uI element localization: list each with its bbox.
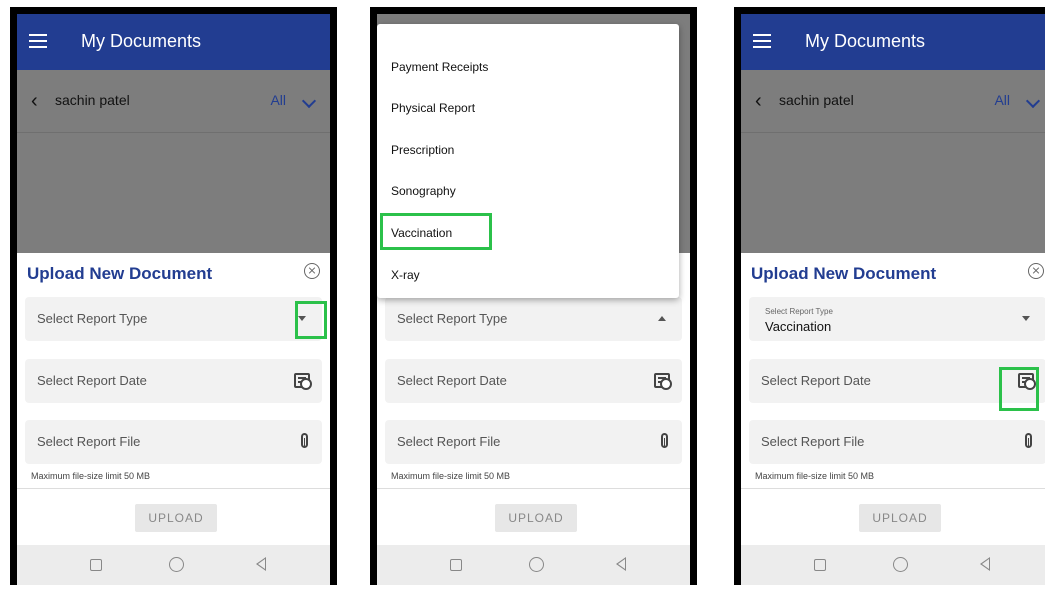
app-bar: My Documents	[17, 14, 330, 70]
dimmed-background: ‹ sachin patel All	[17, 70, 330, 253]
android-nav-bar	[741, 545, 1045, 585]
sheet-title: Upload New Document	[27, 264, 213, 283]
report-type-value: Vaccination	[765, 319, 832, 334]
user-filter-bar: ‹ sachin patel All	[741, 70, 1045, 133]
close-circle-icon[interactable]	[1028, 263, 1044, 279]
menu-item-sonography[interactable]: Sonography	[391, 184, 456, 198]
menu-item-x-ray[interactable]: X-ray	[391, 268, 420, 282]
phone-screen: My Documents ‹ sachin patel All Upload N…	[741, 14, 1045, 585]
phone-left: My Documents ‹ sachin patel All Upload N…	[10, 7, 337, 585]
menu-icon[interactable]	[753, 34, 771, 48]
report-type-placeholder: Select Report Type	[397, 311, 508, 326]
divider	[377, 488, 690, 489]
report-date-placeholder: Select Report Date	[761, 373, 871, 388]
report-type-placeholder: Select Report Type	[37, 311, 148, 326]
report-date-input[interactable]: Select Report Date	[25, 359, 322, 403]
dimmed-background: ‹ sachin patel All	[741, 70, 1045, 253]
paperclip-icon[interactable]	[661, 433, 668, 448]
android-nav-bar	[377, 545, 690, 585]
upload-sheet: Upload New Document Select Report Type V…	[741, 253, 1045, 545]
menu-item-payment-receipts[interactable]: Payment Receipts	[391, 60, 488, 74]
close-circle-icon[interactable]	[304, 263, 320, 279]
nav-back-icon[interactable]	[980, 557, 990, 571]
dropdown-arrow-icon[interactable]	[1022, 316, 1030, 321]
report-type-select[interactable]: Select Report Type Vaccination	[749, 297, 1045, 341]
phone-screen: My Documents ‹ sachin patel All Upload N…	[17, 14, 330, 585]
user-name: sachin patel	[55, 92, 130, 108]
report-file-input[interactable]: Select Report File	[385, 420, 682, 464]
upload-sheet: Upload New Document Select Report Type S…	[17, 253, 330, 545]
report-type-small-label: Select Report Type	[765, 307, 833, 316]
report-date-placeholder: Select Report Date	[397, 373, 507, 388]
report-type-dropdown[interactable]: Payment Receipts Physical Report Prescri…	[377, 24, 679, 298]
calendar-clock-icon[interactable]	[294, 373, 312, 390]
user-filter-bar: ‹ sachin patel All	[17, 70, 330, 133]
highlight-box	[999, 367, 1039, 411]
report-type-select[interactable]: Select Report Type	[385, 297, 682, 341]
filter-select[interactable]: All	[994, 92, 1010, 108]
report-type-select[interactable]: Select Report Type	[25, 297, 322, 341]
divider	[17, 488, 330, 489]
chevron-down-icon[interactable]	[1025, 93, 1041, 109]
report-file-placeholder: Select Report File	[37, 434, 141, 449]
file-size-hint: Maximum file-size limit 50 MB	[755, 471, 875, 481]
nav-square-icon[interactable]	[814, 559, 826, 571]
nav-square-icon[interactable]	[90, 559, 102, 571]
upload-button[interactable]: UPLOAD	[495, 504, 577, 532]
paperclip-icon[interactable]	[1025, 433, 1032, 448]
nav-square-icon[interactable]	[450, 559, 462, 571]
report-file-input[interactable]: Select Report File	[25, 420, 322, 464]
report-date-input[interactable]: Select Report Date	[385, 359, 682, 403]
android-nav-bar	[17, 545, 330, 585]
divider	[741, 488, 1045, 489]
sheet-title: Upload New Document	[751, 264, 937, 283]
file-size-hint: Maximum file-size limit 50 MB	[31, 471, 151, 481]
report-file-input[interactable]: Select Report File	[749, 420, 1045, 464]
filter-select[interactable]: All	[270, 92, 286, 108]
phone-middle: Select Report Type Select Report Date Se…	[370, 7, 697, 585]
report-file-placeholder: Select Report File	[397, 434, 501, 449]
phone-screen: Select Report Type Select Report Date Se…	[377, 14, 690, 585]
file-size-hint: Maximum file-size limit 50 MB	[391, 471, 511, 481]
report-file-placeholder: Select Report File	[761, 434, 865, 449]
calendar-clock-icon[interactable]	[654, 373, 672, 390]
menu-item-prescription[interactable]: Prescription	[391, 143, 454, 157]
highlight-box	[380, 213, 492, 250]
menu-icon[interactable]	[29, 34, 47, 48]
nav-circle-icon[interactable]	[893, 557, 908, 572]
back-arrow-icon[interactable]: ‹	[31, 90, 38, 113]
nav-back-icon[interactable]	[616, 557, 626, 571]
dropdown-arrow-icon[interactable]	[658, 316, 666, 321]
page-title: My Documents	[81, 31, 202, 51]
nav-circle-icon[interactable]	[529, 557, 544, 572]
report-date-placeholder: Select Report Date	[37, 373, 147, 388]
back-arrow-icon[interactable]: ‹	[755, 90, 762, 113]
nav-back-icon[interactable]	[256, 557, 266, 571]
page-title: My Documents	[805, 31, 926, 51]
highlight-box	[295, 301, 327, 339]
upload-button[interactable]: UPLOAD	[859, 504, 941, 532]
app-bar: My Documents	[741, 14, 1045, 70]
chevron-down-icon[interactable]	[301, 93, 317, 109]
nav-circle-icon[interactable]	[169, 557, 184, 572]
paperclip-icon[interactable]	[301, 433, 308, 448]
user-name: sachin patel	[779, 92, 854, 108]
menu-item-physical-report[interactable]: Physical Report	[391, 101, 475, 115]
phone-right: My Documents ‹ sachin patel All Upload N…	[734, 7, 1045, 585]
upload-button[interactable]: UPLOAD	[135, 504, 217, 532]
